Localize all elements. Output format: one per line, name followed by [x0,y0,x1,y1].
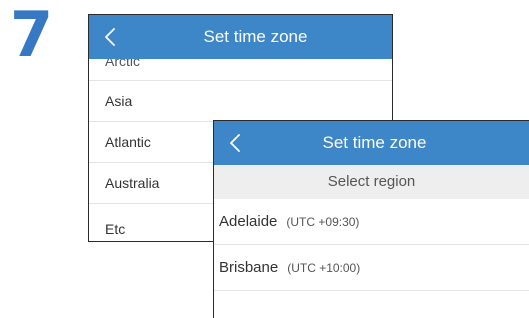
city-name: Adelaide [219,213,278,230]
screen-title: Set time zone [322,133,427,152]
utc-offset: (UTC +10:00) [287,260,361,275]
screen-title: Set time zone [203,27,308,46]
utc-offset: (UTC +09:30) [286,214,360,229]
city-list: Adelaide (UTC +09:30) Brisbane (UTC +10:… [214,199,529,291]
timezone-screen-cities: Set time zone Select region Adelaide (UT… [213,120,529,318]
select-region-header: Select region [214,165,529,199]
list-item-city[interactable]: Adelaide (UTC +09:30) [214,199,529,245]
instruction-figure: 7 Set time zone Arctic Asia Atlantic Aus… [0,0,529,318]
list-item-city[interactable]: Brisbane (UTC +10:00) [214,245,529,291]
title-bar: Set time zone [214,121,529,165]
step-number: 7 [10,0,54,71]
title-bar: Set time zone [89,15,392,59]
list-item-region[interactable]: Arctic [89,59,392,81]
list-item-region[interactable]: Asia [89,81,392,122]
city-name: Brisbane [219,259,279,276]
